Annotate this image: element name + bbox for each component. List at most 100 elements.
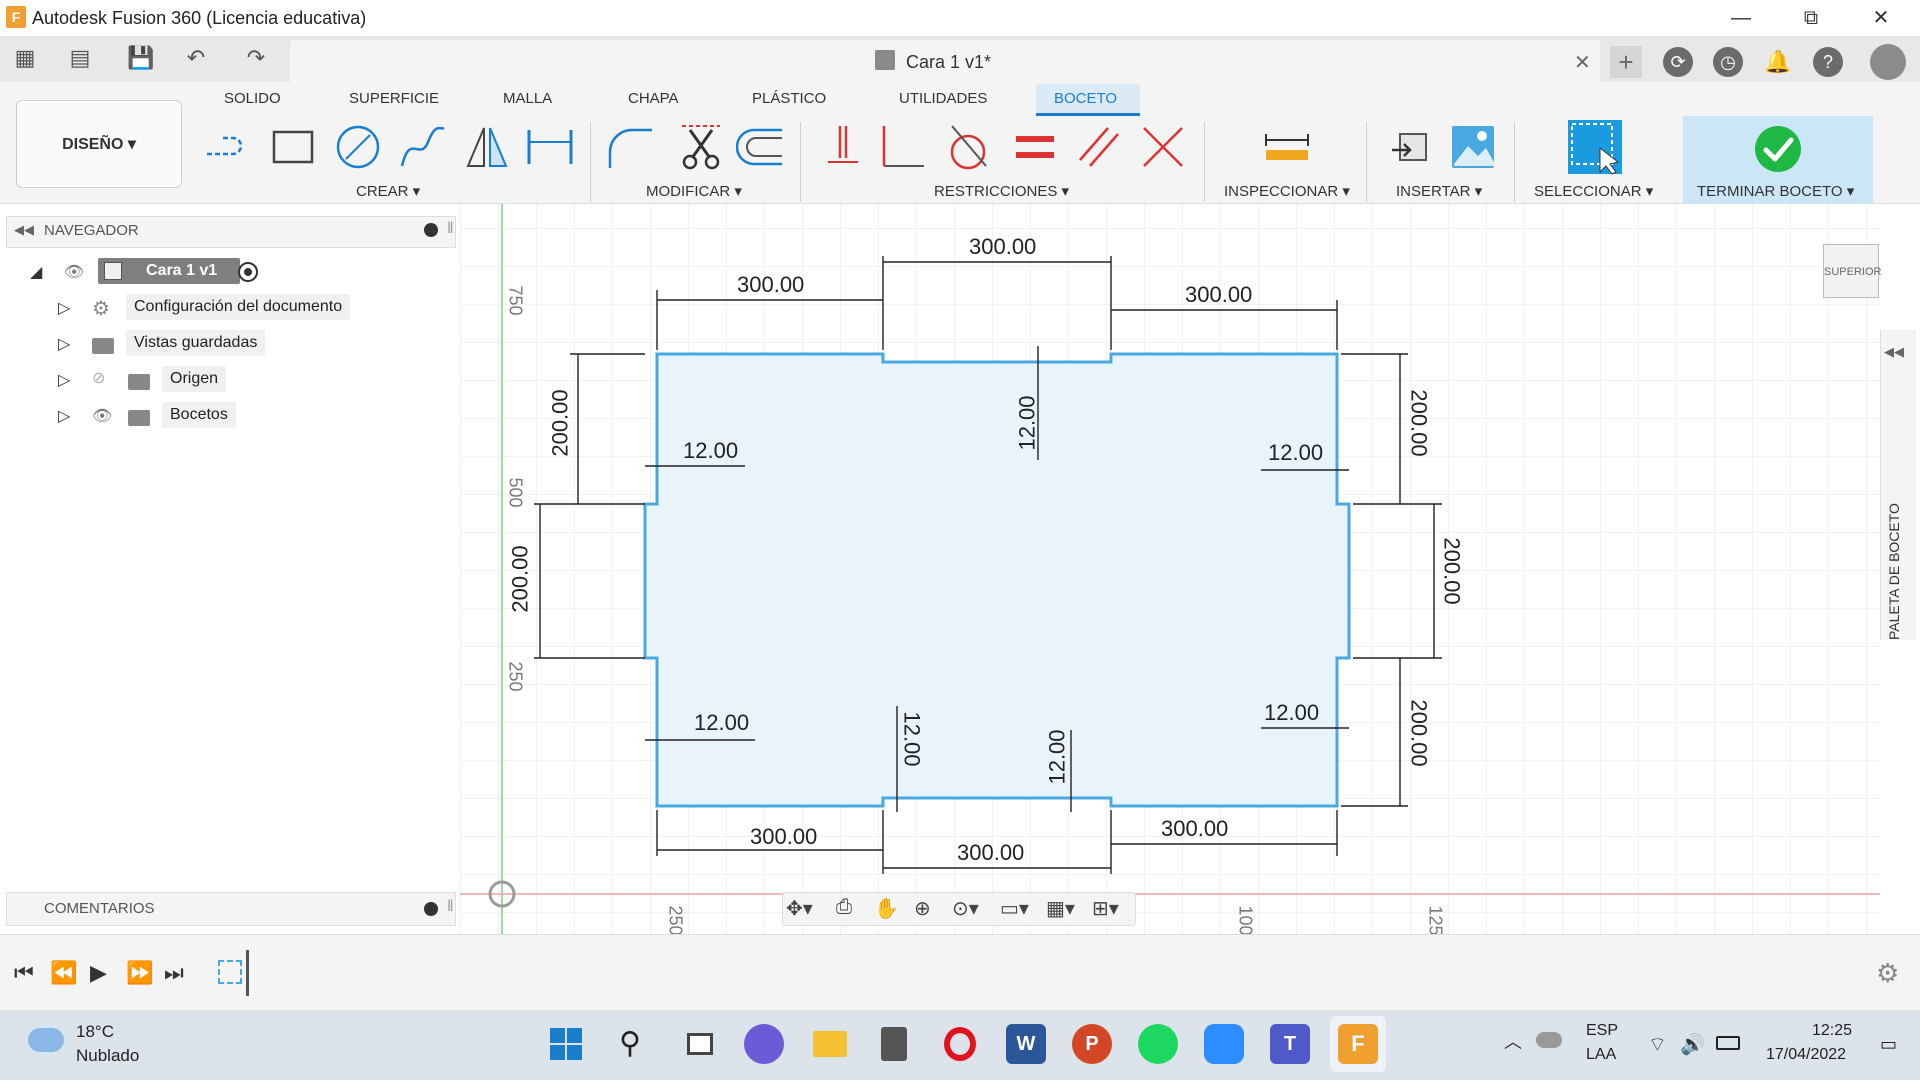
maximize-button[interactable]: ⧉: [1782, 2, 1840, 34]
tree-item-saved-views[interactable]: Vistas guardadas: [126, 330, 266, 356]
new-tab-plus-icon[interactable]: +: [1610, 46, 1642, 78]
crear-group-label[interactable]: CREAR ▾: [356, 182, 420, 200]
job-status-icon[interactable]: ◷: [1713, 47, 1743, 77]
dimension-label[interactable]: 200.00: [508, 545, 534, 612]
dimension-label[interactable]: 300.00: [957, 840, 1024, 866]
circle-tool-icon[interactable]: [333, 122, 383, 172]
insertar-group-label[interactable]: INSERTAR ▾: [1396, 182, 1482, 200]
volume-icon[interactable]: 🔊: [1680, 1032, 1705, 1057]
tab-malla[interactable]: MALLA: [503, 90, 552, 107]
viewports-icon[interactable]: ⊞▾: [1092, 896, 1119, 921]
orbit-icon[interactable]: ✥▾: [786, 896, 813, 921]
visibility-eye-icon[interactable]: 👁: [64, 262, 84, 282]
timeline-marker[interactable]: [246, 950, 249, 996]
tab-boceto[interactable]: BOCETO: [1054, 90, 1117, 107]
notification-center-icon[interactable]: ▭: [1880, 1034, 1897, 1055]
offset-tool-icon[interactable]: [736, 122, 786, 172]
onedrive-cloud-icon[interactable]: [1536, 1032, 1562, 1048]
sketch-dimension-tool-icon[interactable]: [525, 122, 575, 172]
finish-sketch-check-icon[interactable]: [1753, 124, 1803, 174]
expand-arrow-icon[interactable]: ▷: [58, 334, 70, 354]
document-tab-close-icon[interactable]: ✕: [1574, 50, 1591, 75]
trim-scissors-icon[interactable]: [676, 122, 726, 172]
app-grid-icon[interactable]: ▦: [10, 44, 40, 72]
tree-item-sketches[interactable]: Bocetos: [162, 402, 236, 428]
save-icon[interactable]: 💾: [126, 44, 156, 72]
calculator-icon[interactable]: [874, 1024, 914, 1064]
grid-settings-icon[interactable]: ▦▾: [1046, 896, 1075, 921]
help-icon[interactable]: ?: [1813, 47, 1843, 77]
line-tool-icon[interactable]: [203, 122, 253, 172]
view-cube[interactable]: SUPERIOR: [1823, 244, 1881, 298]
hidden-eye-icon[interactable]: ⊘: [92, 368, 105, 388]
tab-chapa[interactable]: CHAPA: [628, 90, 679, 107]
terminar-boceto-group-label[interactable]: TERMINAR BOCETO ▾: [1697, 182, 1854, 200]
dimension-label[interactable]: 200.00: [1406, 699, 1432, 766]
weather-cloud-icon[interactable]: [28, 1028, 64, 1052]
language-indicator[interactable]: ESP: [1586, 1022, 1618, 1040]
zoom-icon[interactable]: ⊕: [914, 896, 931, 921]
teams-icon[interactable]: T: [1270, 1024, 1310, 1064]
weather-temp[interactable]: 18°C: [76, 1022, 114, 1042]
navigator-options-icon[interactable]: [424, 223, 438, 237]
fillet-tool-icon[interactable]: [606, 122, 656, 172]
collinear-constraint-icon[interactable]: [1138, 122, 1188, 172]
undo-icon[interactable]: ↶: [176, 44, 216, 72]
notifications-bell-icon[interactable]: 🔔: [1763, 47, 1793, 77]
fusion360-taskbar-icon[interactable]: F: [1338, 1024, 1378, 1064]
panel-pin-icon[interactable]: ‖: [447, 220, 454, 238]
redo-icon[interactable]: ↷: [236, 44, 276, 72]
mirror-tool-icon[interactable]: [462, 122, 512, 172]
dimension-label[interactable]: 300.00: [737, 272, 804, 298]
weather-desc[interactable]: Nublado: [76, 1046, 139, 1066]
extensions-icon[interactable]: ⟳: [1663, 47, 1693, 77]
tab-plastico[interactable]: PLÁSTICO: [752, 90, 826, 107]
restricciones-group-label[interactable]: RESTRICCIONES ▾: [934, 182, 1069, 200]
expand-arrow-icon[interactable]: ▷: [58, 370, 70, 390]
word-icon[interactable]: W: [1006, 1024, 1046, 1064]
dimension-label[interactable]: 300.00: [750, 824, 817, 850]
user-avatar[interactable]: [1870, 44, 1906, 80]
dimension-label[interactable]: 12.00: [1045, 729, 1071, 784]
tab-utilidades[interactable]: UTILIDADES: [899, 90, 987, 107]
collapse-panel-icon[interactable]: ◀◀: [14, 222, 34, 238]
dimension-label[interactable]: 12.00: [899, 711, 925, 766]
select-cursor-icon[interactable]: [1566, 118, 1624, 176]
dimension-label[interactable]: 12.00: [694, 710, 749, 736]
battery-icon[interactable]: [1716, 1036, 1740, 1050]
collapse-root-icon[interactable]: ◢: [30, 262, 42, 282]
insert-derive-icon[interactable]: [1386, 122, 1436, 172]
look-at-icon[interactable]: ⎙: [836, 896, 852, 919]
coincident-constraint-icon[interactable]: [818, 122, 868, 172]
seleccionar-group-label[interactable]: SELECCIONAR ▾: [1534, 182, 1653, 200]
modificar-group-label[interactable]: MODIFICAR ▾: [646, 182, 742, 200]
perpendicular-constraint-icon[interactable]: [878, 122, 928, 172]
clock-date[interactable]: 17/04/2022: [1766, 1046, 1846, 1064]
clock-time[interactable]: 12:25: [1812, 1022, 1852, 1040]
close-window-button[interactable]: ✕: [1852, 2, 1910, 34]
file-explorer-icon[interactable]: [810, 1024, 850, 1064]
add-comment-icon[interactable]: [424, 902, 438, 916]
search-icon[interactable]: ⚲: [610, 1024, 650, 1064]
teams-chat-icon[interactable]: [744, 1024, 784, 1064]
inspeccionar-group-label[interactable]: INSPECCIONAR ▾: [1224, 182, 1350, 200]
activate-radio-icon[interactable]: [238, 262, 258, 282]
dimension-label[interactable]: 12.00: [683, 438, 738, 464]
dimension-label[interactable]: 12.00: [1268, 440, 1323, 466]
pan-hand-icon[interactable]: ✋: [874, 896, 899, 921]
measure-ruler-icon[interactable]: [1262, 122, 1312, 172]
timeline-play-icon[interactable]: ▶: [90, 960, 107, 986]
fit-zoom-icon[interactable]: ⊙▾: [952, 896, 979, 921]
show-hidden-icons-chevron-icon[interactable]: ︿: [1504, 1028, 1522, 1054]
tree-item-origin[interactable]: Origen: [162, 366, 227, 392]
panel-pin-icon[interactable]: ‖: [447, 898, 454, 916]
dimension-label[interactable]: 300.00: [1161, 816, 1228, 842]
spline-tool-icon[interactable]: [398, 122, 448, 172]
expand-arrow-icon[interactable]: ▷: [58, 298, 70, 318]
dimension-label[interactable]: 12.00: [1015, 395, 1041, 450]
dimension-label[interactable]: 200.00: [548, 389, 574, 456]
timeline-prev-icon[interactable]: ⏪: [50, 960, 77, 986]
tab-solido[interactable]: SOLIDO: [224, 90, 281, 107]
workspace-dropdown[interactable]: DISEÑO ▾: [16, 100, 182, 188]
windows-start-icon[interactable]: [546, 1024, 586, 1064]
